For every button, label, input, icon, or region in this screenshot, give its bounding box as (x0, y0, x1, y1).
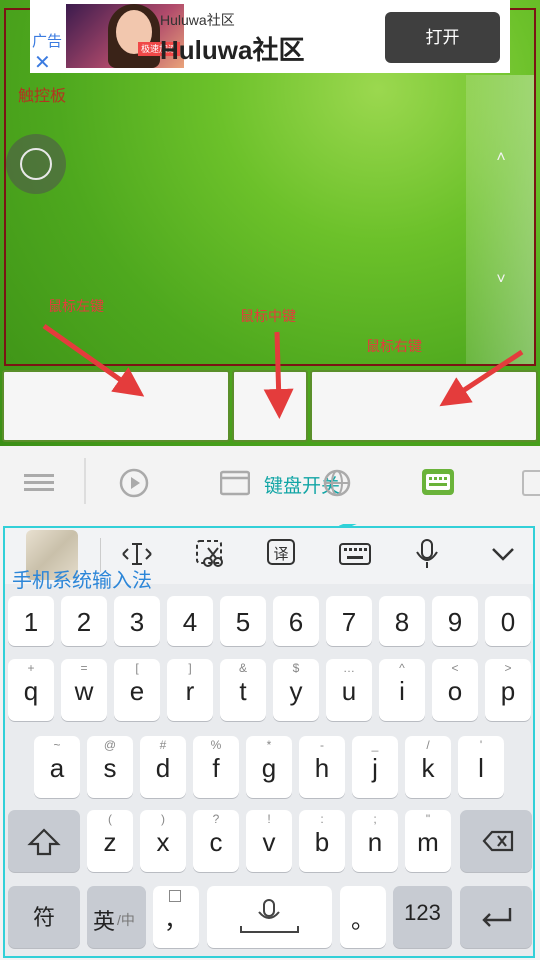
toolbar-divider (84, 458, 86, 504)
middle-arrow-icon (263, 331, 294, 419)
left-arrow-icon (42, 323, 145, 397)
globe-icon[interactable] (322, 468, 352, 503)
window-icon[interactable] (219, 470, 251, 501)
menu-icon[interactable] (24, 468, 56, 503)
file-icon[interactable] (522, 470, 540, 496)
right-arrow-icon (439, 349, 524, 407)
keyboard-toggle-icon[interactable] (422, 469, 454, 495)
ime-annotation-frame (3, 526, 535, 958)
play-icon[interactable] (118, 467, 150, 504)
